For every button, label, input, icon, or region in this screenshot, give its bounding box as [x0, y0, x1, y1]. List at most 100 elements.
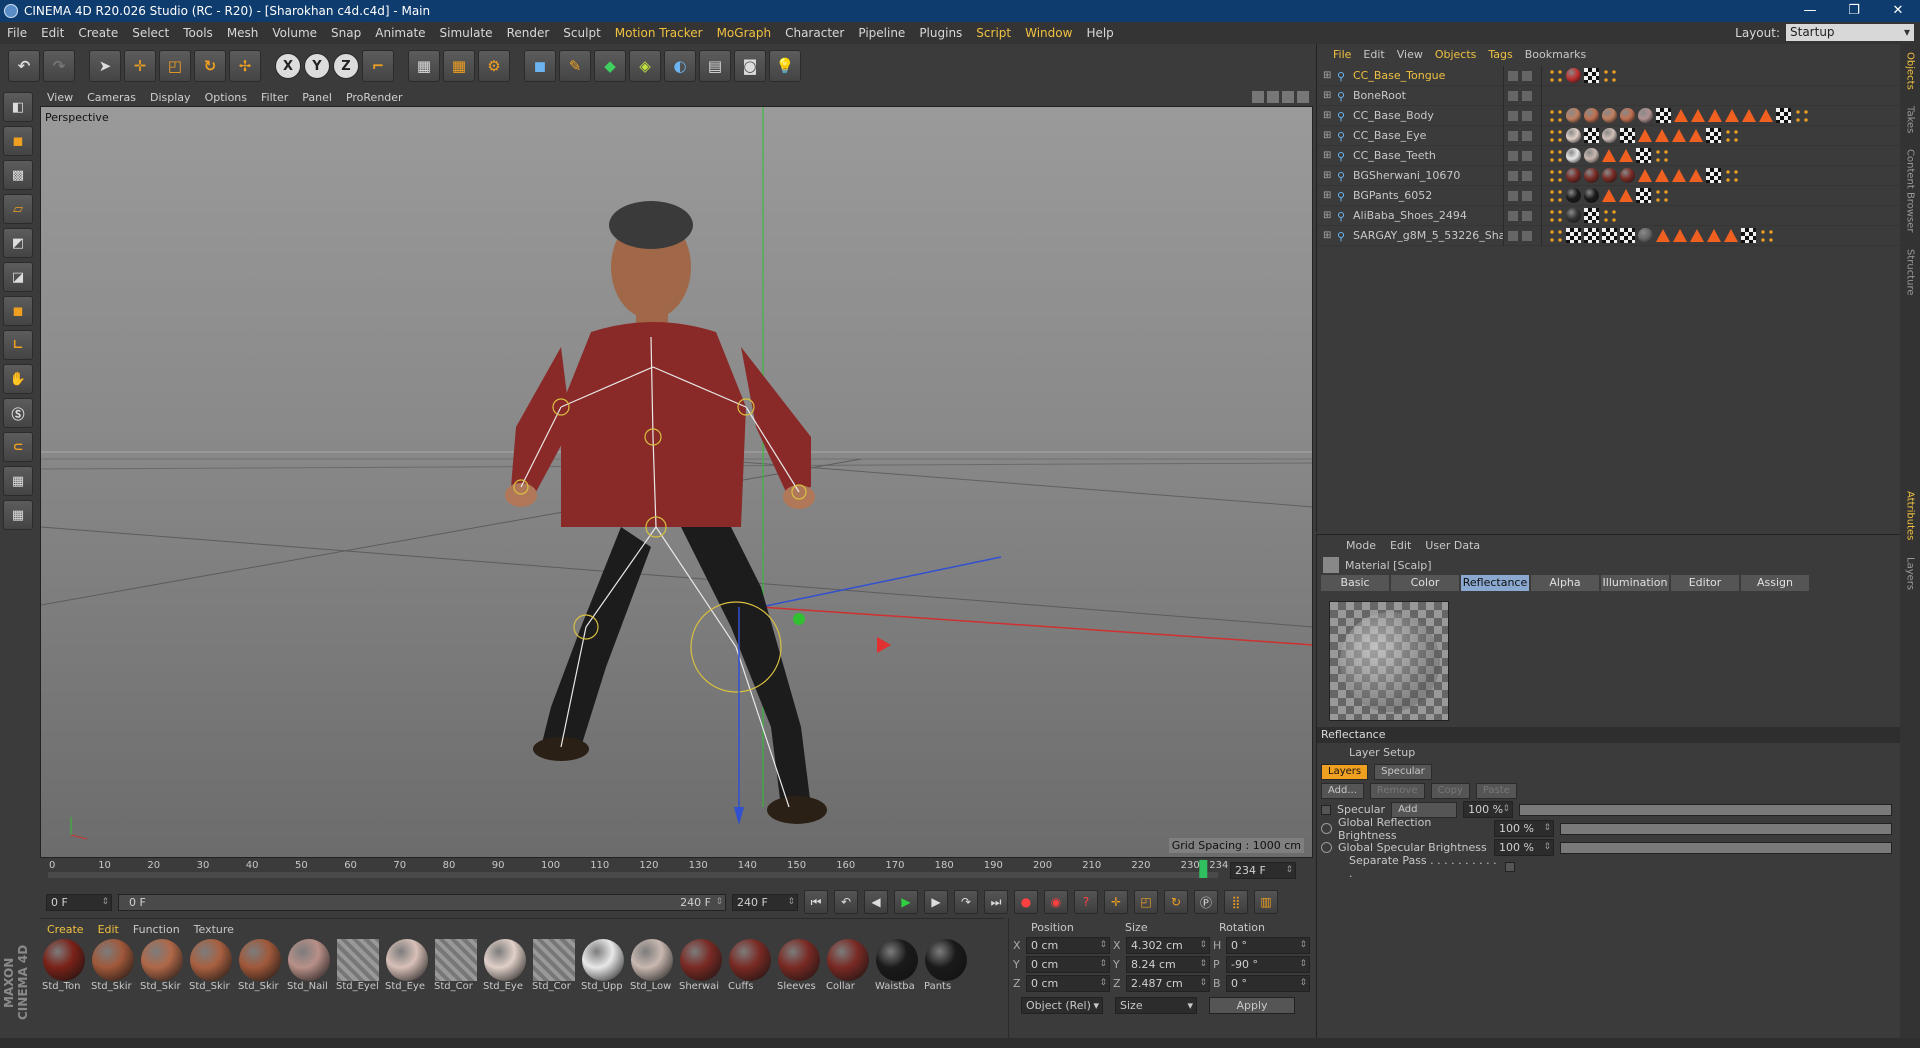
material-tag-icon[interactable]: [1638, 108, 1653, 123]
material-item[interactable]: Collar: [826, 939, 870, 993]
weight-tag-icon[interactable]: [1548, 228, 1563, 243]
vp-menu-options[interactable]: Options: [198, 91, 254, 104]
render-visibility-icon[interactable]: [1522, 90, 1532, 101]
phong-tag-icon[interactable]: [1672, 129, 1686, 142]
cube-primitive-icon[interactable]: ◼: [524, 50, 556, 82]
solo-icon[interactable]: Ⓢ: [3, 398, 33, 428]
polygons-mode-icon[interactable]: ◼: [3, 296, 33, 326]
menu-character[interactable]: Character: [778, 26, 851, 40]
phong-tag-icon[interactable]: [1689, 129, 1703, 142]
material-preview[interactable]: [1329, 601, 1449, 721]
go-to-end-icon[interactable]: ⏭: [984, 890, 1008, 914]
specular-tab[interactable]: Specular: [1374, 763, 1432, 780]
material-tag-icon[interactable]: [1566, 128, 1581, 143]
mat-menu-create[interactable]: Create: [40, 923, 91, 936]
size-mode-dropdown[interactable]: Size: [1115, 997, 1197, 1014]
layers-tab[interactable]: Layers: [1321, 763, 1369, 780]
vp-menu-cameras[interactable]: Cameras: [80, 91, 143, 104]
end-frame-field[interactable]: 240 F: [732, 893, 798, 911]
uvw-tag-icon[interactable]: [1706, 168, 1721, 183]
go-to-start-icon[interactable]: ⏮: [804, 890, 828, 914]
weight-tag-icon[interactable]: [1794, 108, 1809, 123]
tab-assign[interactable]: Assign: [1741, 575, 1809, 591]
expand-icon[interactable]: ⊞: [1323, 70, 1333, 81]
vp-menu-panel[interactable]: Panel: [295, 91, 339, 104]
uvw-tag-icon[interactable]: [1620, 128, 1635, 143]
object-name[interactable]: CC_Base_Tongue: [1353, 69, 1503, 82]
timeline-ruler[interactable]: 0 10 20 30 40 50 60 70 80 90 100 110 120 130 140 150 160…: [40, 858, 1313, 886]
menu-plugins[interactable]: Plugins: [912, 26, 969, 40]
preview-range-slider[interactable]: 0 F 240 F: [118, 893, 726, 911]
editor-visibility-icon[interactable]: [1508, 130, 1518, 141]
start-frame-field[interactable]: 0 F: [46, 893, 112, 911]
material-tag-icon[interactable]: [1602, 168, 1617, 183]
uvw-tag-icon[interactable]: [1584, 208, 1599, 223]
material-item[interactable]: Std_Skir: [189, 939, 233, 993]
menu-create[interactable]: Create: [71, 26, 125, 40]
side-tab-takes[interactable]: Takes: [1905, 98, 1916, 141]
expand-icon[interactable]: ⊞: [1323, 130, 1333, 141]
separate-pass-checkbox[interactable]: [1505, 861, 1515, 872]
phong-tag-icon[interactable]: [1619, 189, 1633, 202]
menu-mesh[interactable]: Mesh: [220, 26, 266, 40]
size-z-field[interactable]: 2.487 cm: [1126, 975, 1210, 992]
render-visibility-icon[interactable]: [1522, 230, 1532, 241]
material-tag-icon[interactable]: [1584, 148, 1599, 163]
size-y-field[interactable]: 8.24 cm: [1126, 956, 1210, 973]
material-item[interactable]: Sherwai: [679, 939, 723, 993]
mat-menu-function[interactable]: Function: [126, 923, 187, 936]
menu-pipeline[interactable]: Pipeline: [851, 26, 912, 40]
weight-tag-icon[interactable]: [1602, 68, 1617, 83]
uvw-tag-icon[interactable]: [1584, 228, 1599, 243]
phong-tag-icon[interactable]: [1742, 109, 1756, 122]
undo-icon[interactable]: ↶: [8, 50, 40, 82]
weight-tag-icon[interactable]: [1602, 208, 1617, 223]
material-tag-icon[interactable]: [1566, 68, 1581, 83]
weight-tag-icon[interactable]: [1548, 208, 1563, 223]
uvw-tag-icon[interactable]: [1584, 128, 1599, 143]
phong-tag-icon[interactable]: [1674, 109, 1688, 122]
phong-tag-icon[interactable]: [1691, 109, 1705, 122]
uvw-tag-icon[interactable]: [1602, 228, 1617, 243]
apply-button[interactable]: Apply: [1209, 997, 1295, 1014]
visibility-flags[interactable]: [1503, 225, 1541, 246]
menu-volume[interactable]: Volume: [265, 26, 324, 40]
minimize-button[interactable]: —: [1788, 0, 1832, 22]
current-frame-marker[interactable]: [1199, 860, 1208, 878]
timeline-scheme-icon[interactable]: ▥: [1254, 890, 1278, 914]
material-tag-icon[interactable]: [1602, 108, 1617, 123]
material-tag-icon[interactable]: [1584, 108, 1599, 123]
workplane-lock-icon[interactable]: ▦: [3, 466, 33, 496]
axis-mode-icon[interactable]: ∟: [3, 330, 33, 360]
phong-tag-icon[interactable]: [1655, 169, 1669, 182]
side-tab-attributes[interactable]: Attributes: [1905, 483, 1916, 548]
object-name[interactable]: BGPants_6052: [1353, 189, 1503, 202]
tab-color[interactable]: Color: [1391, 575, 1459, 591]
material-item[interactable]: Std_Skir: [140, 939, 184, 993]
workplane-grid-icon[interactable]: ▦: [3, 500, 33, 530]
timeline-track[interactable]: [48, 872, 1218, 878]
weight-tag-icon[interactable]: [1548, 128, 1563, 143]
phong-tag-icon[interactable]: [1725, 109, 1739, 122]
object-name[interactable]: AliBaba_Shoes_2494: [1353, 209, 1503, 222]
mat-menu-edit[interactable]: Edit: [91, 923, 126, 936]
uvw-tag-icon[interactable]: [1566, 228, 1581, 243]
render-visibility-icon[interactable]: [1522, 190, 1532, 201]
editor-visibility-icon[interactable]: [1508, 210, 1518, 221]
expand-icon[interactable]: ⊞: [1323, 90, 1333, 101]
tab-editor[interactable]: Editor: [1671, 575, 1739, 591]
obj-menu-tags[interactable]: Tags: [1482, 48, 1518, 61]
phong-tag-icon[interactable]: [1656, 229, 1670, 242]
vp-maximize-icon[interactable]: [1297, 91, 1309, 103]
object-row[interactable]: ⊞ ⚲ CC_Base_Eye: [1317, 125, 1901, 146]
material-tag-icon[interactable]: [1602, 128, 1617, 143]
render-visibility-icon[interactable]: [1522, 210, 1532, 221]
next-frame-icon[interactable]: ▶: [924, 890, 948, 914]
key-scale-icon[interactable]: ◰: [1134, 890, 1158, 914]
object-row[interactable]: ⊞ ⚲ BGSherwani_10670: [1317, 165, 1901, 186]
side-tab-content-browser[interactable]: Content Browser: [1905, 141, 1916, 240]
menu-window[interactable]: Window: [1018, 26, 1079, 40]
object-name[interactable]: CC_Base_Teeth: [1353, 149, 1503, 162]
object-name[interactable]: CC_Base_Eye: [1353, 129, 1503, 142]
menu-edit[interactable]: Edit: [34, 26, 71, 40]
